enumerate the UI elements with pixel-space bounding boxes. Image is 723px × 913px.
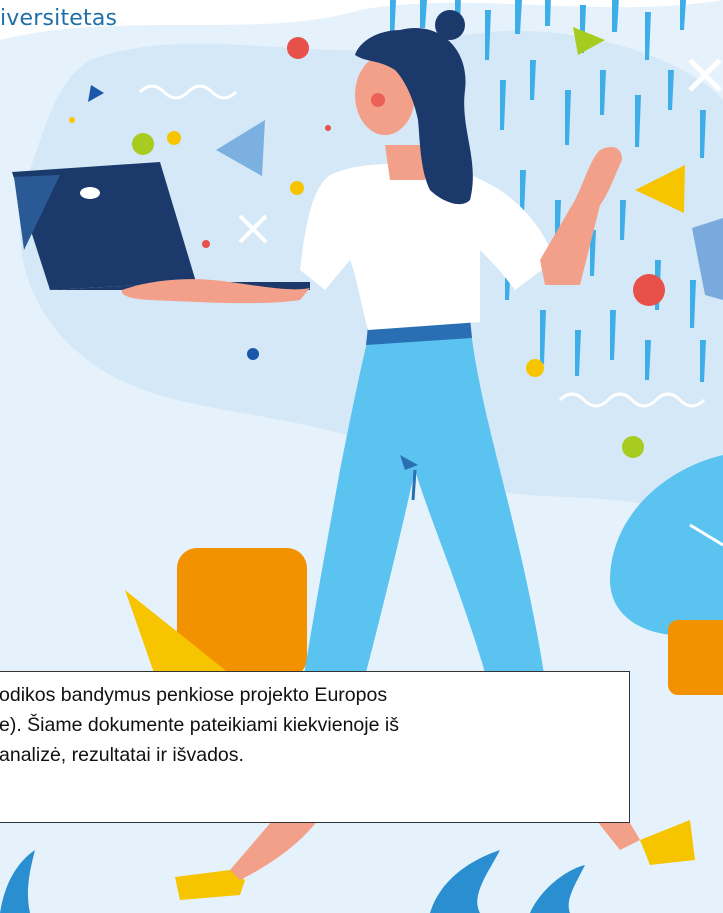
dot-green-1 [132,133,154,155]
university-name-fragment: iversitetas [0,6,118,31]
description-box: odikos bandymus penkiose projekto Europo… [0,671,630,823]
dot-green-2 [622,436,644,458]
hair-bun [435,10,465,40]
dot-yellow-small [69,117,75,123]
dot-yellow-1 [167,131,181,145]
description-line-2: e). Šiame dokumente pateikiami kiekvieno… [0,714,399,736]
page: iversitetas odikos bandymus penkiose pro… [0,0,723,913]
dot-red-small-2 [325,125,331,131]
dot-navy [247,348,259,360]
dot-red-small [202,240,210,248]
description-line-3: analizė, rezultatai ir išvados. [0,744,244,766]
dot-red-2 [633,274,665,306]
dot-red-1 [287,37,309,59]
cheek [371,93,385,107]
dot-yellow-3 [526,359,544,377]
dot-yellow-2 [290,181,304,195]
description-line-1: odikos bandymus penkiose projekto Europo… [0,684,388,706]
orange-block-right [668,620,723,695]
